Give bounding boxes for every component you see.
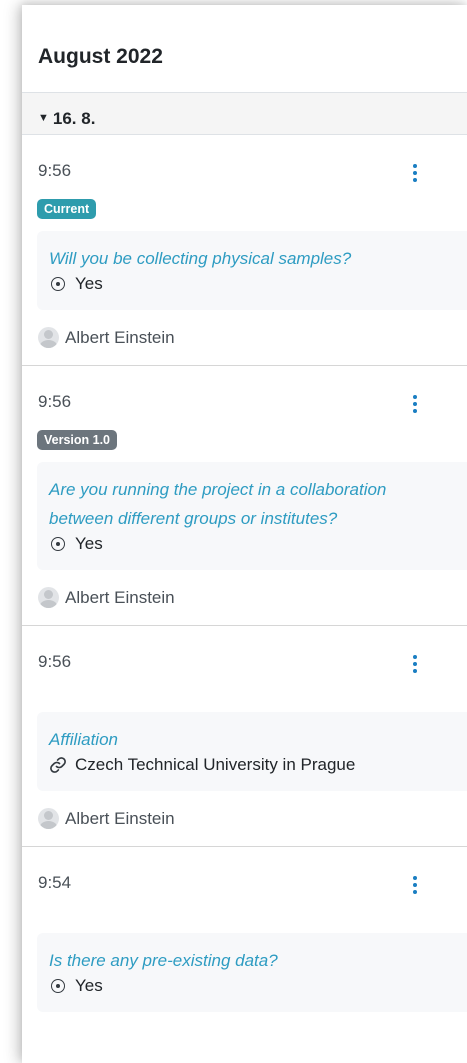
radio-selected-icon [51,277,65,291]
history-event: 9:56 Affiliation Czech Technical Univers… [22,626,467,847]
version-badge: Version 1.0 [37,430,118,450]
answer-text: Yes [75,976,103,995]
event-menu-icon[interactable] [405,392,425,413]
day-label: 16. 8. [52,108,96,128]
history-event: 9:56 Current Will you be collecting phys… [22,135,467,366]
answer-text[interactable]: Czech Technical University in Prague [75,755,355,775]
radio-selected-icon [51,979,65,993]
history-panel: August 2022 ▼ 16. 8. 9:56 Current Will y… [22,5,467,1063]
event-time: 9:56 [38,161,72,180]
answer-text: Yes [75,274,103,293]
event-menu-icon[interactable] [405,873,425,894]
event-content: Affiliation Czech Technical University i… [37,712,467,791]
month-heading: August 2022 [22,5,467,93]
event-menu-icon[interactable] [405,161,425,182]
day-group-toggle[interactable]: ▼ 16. 8. [22,93,467,135]
question-link[interactable]: Will you be collecting physical samples? [49,244,467,273]
answer: Yes [49,534,467,554]
answer: Yes [49,274,467,294]
event-time: 9:56 [38,652,72,671]
current-badge: Current [37,199,97,219]
event-content: Are you running the project in a collabo… [37,462,467,570]
author-name: Albert Einstein [65,587,175,607]
answer: Czech Technical University in Prague [49,755,467,775]
event-content: Is there any pre-existing data? Yes [37,933,467,1012]
event-author: Albert Einstein [22,570,467,625]
answer: Yes [49,976,467,996]
event-author: Albert Einstein [22,791,467,846]
user-avatar-icon [38,587,59,608]
link-icon [50,757,66,773]
author-name: Albert Einstein [65,808,175,828]
author-name: Albert Einstein [65,327,175,347]
event-time: 9:56 [38,392,72,411]
caret-down-icon: ▼ [38,111,49,124]
event-menu-icon[interactable] [405,652,425,673]
user-avatar-icon [38,808,59,829]
radio-selected-icon [51,537,65,551]
event-time: 9:54 [38,873,72,892]
event-author: Albert Einstein [22,310,467,365]
question-link[interactable]: Affiliation [49,725,467,754]
question-link[interactable]: Are you running the project in a collabo… [49,475,467,533]
question-link[interactable]: Is there any pre-existing data? [49,946,467,975]
answer-text: Yes [75,534,103,553]
event-content: Will you be collecting physical samples?… [37,231,467,310]
user-avatar-icon [38,327,59,348]
history-event: 9:54 Is there any pre-existing data? Yes [22,847,467,1012]
history-event: 9:56 Version 1.0 Are you running the pro… [22,366,467,626]
